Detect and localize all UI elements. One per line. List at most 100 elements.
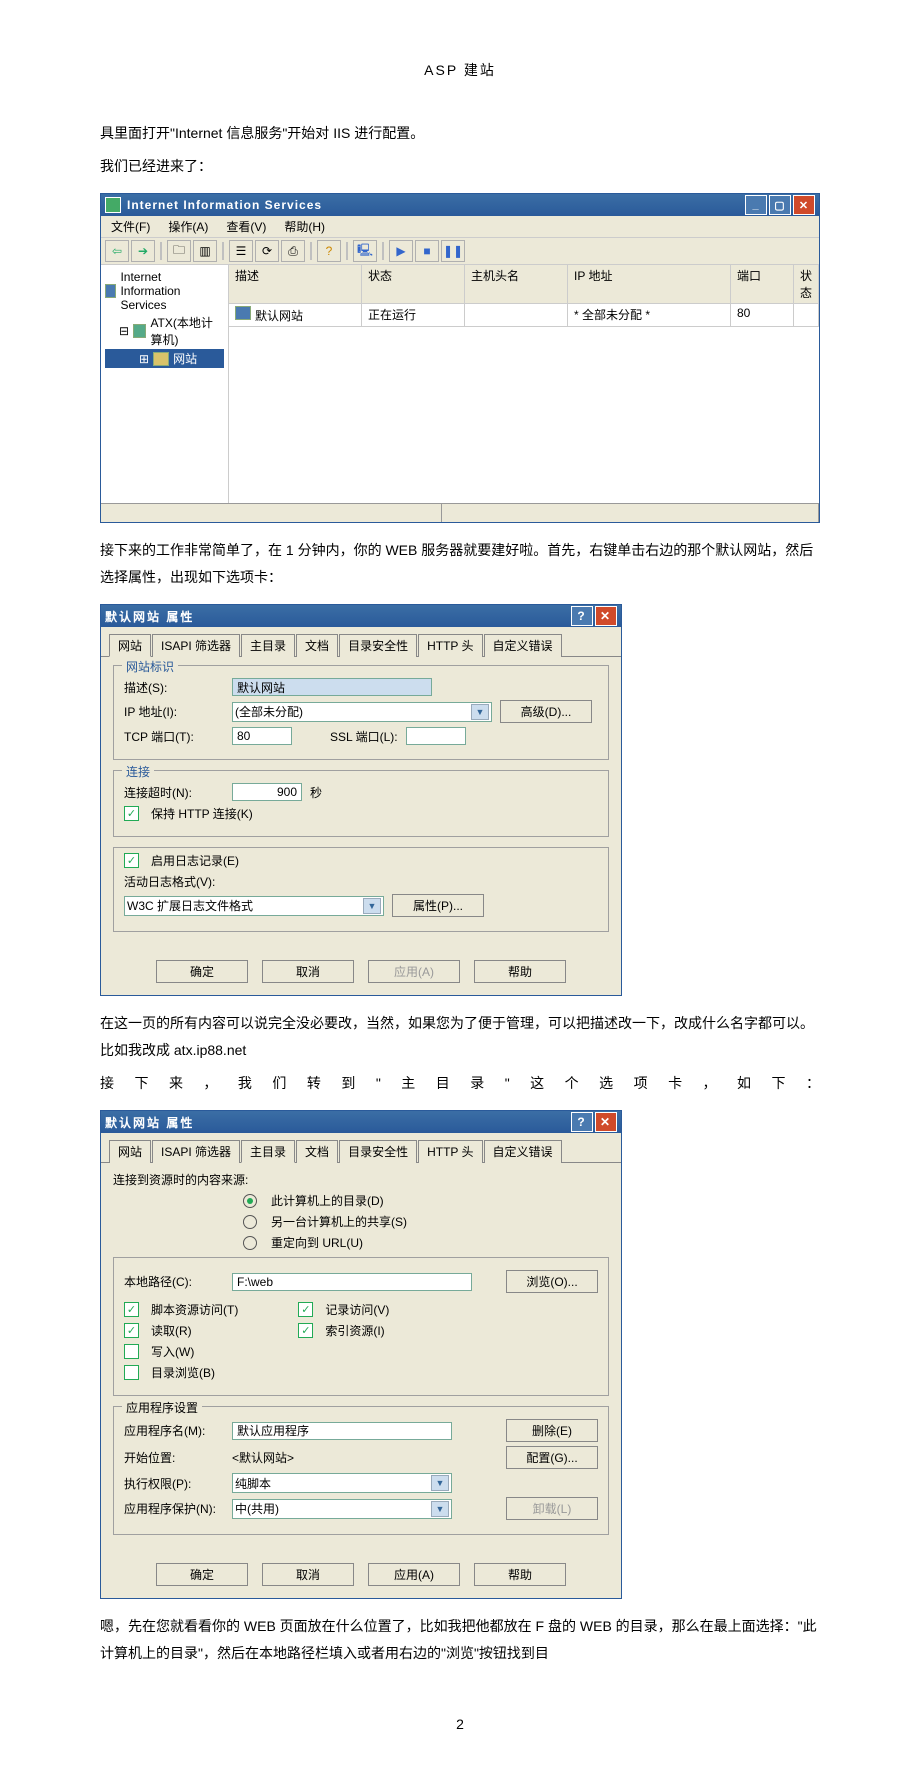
select-appprotect[interactable]: 中(共用)▼ [232,1499,452,1519]
advanced-button[interactable]: 高级(D)... [500,700,592,723]
input-desc[interactable] [232,678,432,696]
col-ip[interactable]: IP 地址 [568,265,731,304]
help-button[interactable]: ? [571,1112,593,1132]
logprops-button[interactable]: 属性(P)... [392,894,484,917]
select-ip[interactable]: (全部未分配)▼ [232,702,492,722]
tab-doc[interactable]: 文档 [296,634,338,657]
input-localpath[interactable] [232,1273,472,1291]
tab-custom[interactable]: 自定义错误 [484,1140,562,1163]
tab-http[interactable]: HTTP 头 [418,634,482,657]
col-desc[interactable]: 描述 [229,265,362,304]
group-logging: ✓启用日志记录(E) 活动日志格式(V): W3C 扩展日志文件格式▼属性(P)… [113,847,609,932]
help-button[interactable]: 帮助 [474,960,566,983]
input-tcp[interactable] [232,727,292,745]
unload-button[interactable]: 卸载(L) [506,1497,598,1520]
close-button[interactable]: ✕ [595,606,617,626]
tab-isapi[interactable]: ISAPI 筛选器 [152,1140,240,1163]
cb-read[interactable]: ✓ [124,1323,139,1338]
radio-redirect[interactable] [243,1236,257,1250]
label-keepalive: 保持 HTTP 连接(K) [151,805,253,822]
server-button[interactable]: 🖳 [353,240,377,262]
apply-button[interactable]: 应用(A) [368,960,460,983]
minimize-button[interactable]: _ [745,195,767,215]
pause-button[interactable]: ❚❚ [441,240,465,262]
cb-index[interactable]: ✓ [298,1323,313,1338]
dlg2-buttons: 确定 取消 应用(A) 帮助 [101,1553,621,1598]
remove-button[interactable]: 删除(E) [506,1419,598,1442]
checkbox-keepalive[interactable]: ✓ [124,806,139,821]
tab-custom[interactable]: 自定义错误 [484,634,562,657]
cell-port: 80 [731,304,794,327]
cancel-button[interactable]: 取消 [262,960,354,983]
menu-file[interactable]: 文件(F) [111,218,150,235]
refresh-button[interactable]: ⟳ [255,240,279,262]
play-button[interactable]: ▶ [389,240,413,262]
dlg2-titlebar: 默认网站 属性 ? ✕ [101,1111,621,1133]
cb-write[interactable] [124,1344,139,1359]
input-timeout[interactable] [232,783,302,801]
config-button[interactable]: 配置(G)... [506,1446,598,1469]
close-button[interactable]: ✕ [793,195,815,215]
prop-button[interactable]: ☰ [229,240,253,262]
stop-button[interactable]: ■ [415,240,439,262]
tree-panel: Internet Information Services ⊟ATX(本地计算机… [101,265,229,503]
tree-computer[interactable]: ⊟ATX(本地计算机) [105,313,224,349]
menu-action[interactable]: 操作(A) [168,218,208,235]
col-host[interactable]: 主机头名 [465,265,568,304]
tab-website[interactable]: 网站 [109,1140,151,1163]
radio-share[interactable] [243,1215,257,1229]
cb-logvisit[interactable]: ✓ [298,1302,313,1317]
toolbar: ⇦ ➔ 🗀 ▥ ☰ ⟳ ⎙ ? 🖳 ▶ ■ ❚❚ [101,238,819,265]
menu-help[interactable]: 帮助(H) [284,218,325,235]
export-button[interactable]: ⎙ [281,240,305,262]
maximize-button[interactable]: ▢ [769,195,791,215]
col-status[interactable]: 状态 [362,265,465,304]
tab-website[interactable]: 网站 [109,634,151,657]
browse-button[interactable]: 浏览(O)... [506,1270,598,1293]
tab-isapi[interactable]: ISAPI 筛选器 [152,634,240,657]
col-port[interactable]: 端口 [731,265,794,304]
up-button[interactable]: 🗀 [167,240,191,262]
tree-root[interactable]: Internet Information Services [105,269,224,313]
select-logformat[interactable]: W3C 扩展日志文件格式▼ [124,896,384,916]
help-button[interactable]: 帮助 [474,1563,566,1586]
ok-button[interactable]: 确定 [156,960,248,983]
tab-home[interactable]: 主目录 [241,1140,295,1163]
tab-home[interactable]: 主目录 [241,634,295,657]
tab-dirsec[interactable]: 目录安全性 [339,634,417,657]
tree-websites[interactable]: ⊞网站 [105,349,224,368]
list-row[interactable]: 默认网站 正在运行 * 全部未分配 * 80 [229,304,819,327]
cb-script[interactable]: ✓ [124,1302,139,1317]
close-button[interactable]: ✕ [595,1112,617,1132]
cancel-button[interactable]: 取消 [262,1563,354,1586]
input-appname[interactable] [232,1422,452,1440]
group-title-app: 应用程序设置 [122,1399,202,1416]
label-startpos: 开始位置: [124,1449,224,1466]
group-path: 本地路径(C):浏览(O)... ✓脚本资源访问(T) ✓读取(R) 写入(W)… [113,1257,609,1396]
label-contentsource: 连接到资源时的内容来源: [113,1171,609,1188]
tab-doc[interactable]: 文档 [296,1140,338,1163]
list-button[interactable]: ▥ [193,240,217,262]
group-title-siteid: 网站标识 [122,658,178,675]
label-timeout: 连接超时(N): [124,784,224,801]
dlg1-title: 默认网站 属性 [105,608,194,625]
tab-http[interactable]: HTTP 头 [418,1140,482,1163]
cb-dirbrowse[interactable] [124,1365,139,1380]
menu-view[interactable]: 查看(V) [226,218,266,235]
tab-dirsec[interactable]: 目录安全性 [339,1140,417,1163]
radio-thisdir[interactable] [243,1194,257,1208]
forward-button[interactable]: ➔ [131,240,155,262]
label-desc: 描述(S): [124,679,224,696]
ok-button[interactable]: 确定 [156,1563,248,1586]
checkbox-logging[interactable]: ✓ [124,853,139,868]
col-state[interactable]: 状态 [794,265,819,304]
dlg1-tabs: 网站 ISAPI 筛选器 主目录 文档 目录安全性 HTTP 头 自定义错误 [101,627,621,656]
chevron-down-icon: ▼ [431,1501,449,1517]
select-execperm[interactable]: 纯脚本▼ [232,1473,452,1493]
tree-websites-label: 网站 [173,350,197,367]
input-ssl[interactable] [406,727,466,745]
back-button[interactable]: ⇦ [105,240,129,262]
help-button[interactable]: ? [317,240,341,262]
apply-button[interactable]: 应用(A) [368,1563,460,1586]
help-button[interactable]: ? [571,606,593,626]
